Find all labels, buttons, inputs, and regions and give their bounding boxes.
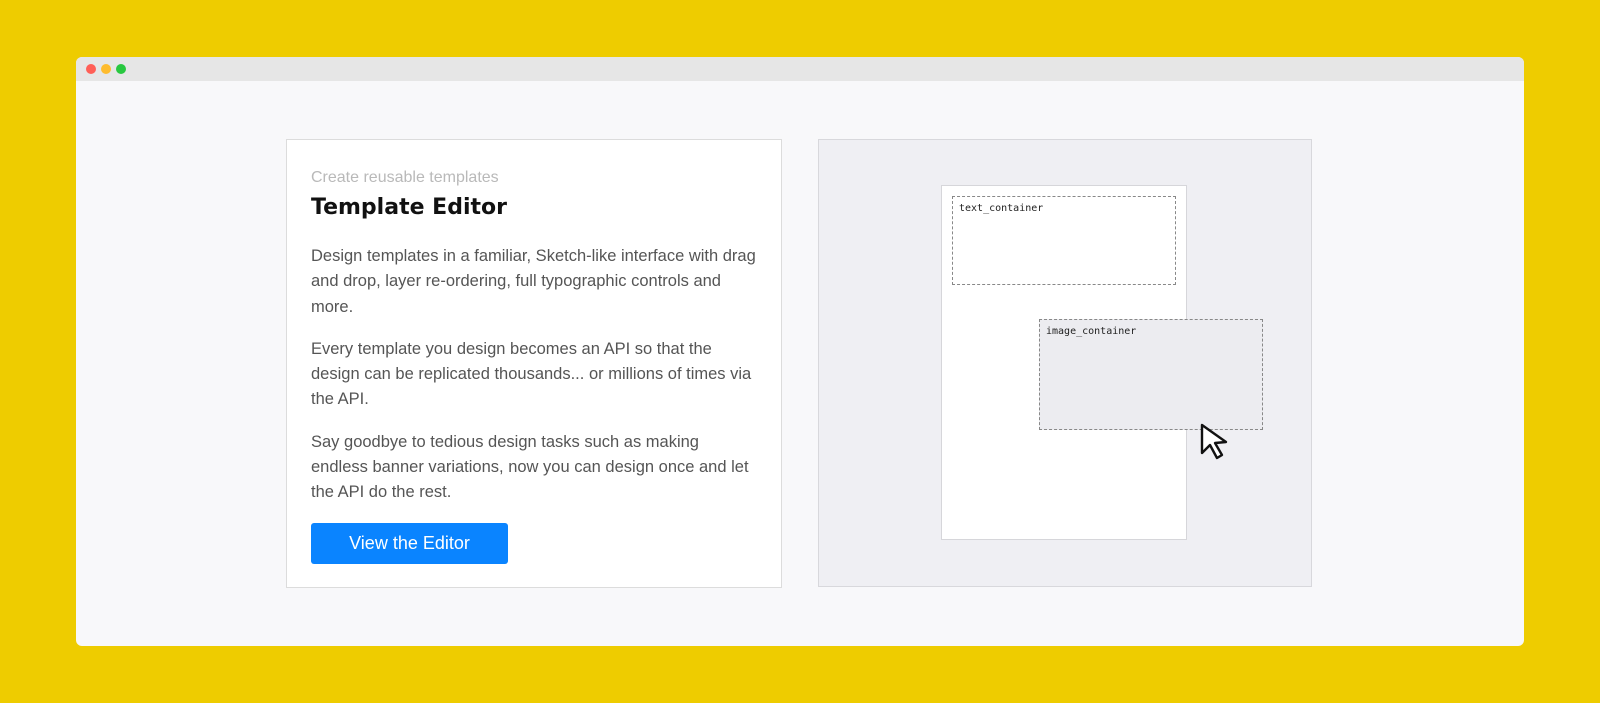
- feature-eyebrow: Create reusable templates: [311, 169, 499, 186]
- image-container-label: image_container: [1046, 326, 1137, 337]
- browser-window: Create reusable templates Template Edito…: [76, 57, 1524, 646]
- view-editor-button[interactable]: View the Editor: [311, 523, 508, 564]
- text-container-layer[interactable]: text_container: [952, 196, 1176, 285]
- pointer-cursor-icon: [1200, 423, 1228, 460]
- window-titlebar: [76, 57, 1524, 81]
- feature-paragraph-2: Every template you design becomes an API…: [311, 339, 752, 409]
- image-container-layer[interactable]: image_container: [1039, 319, 1263, 430]
- text-container-label: text_container: [959, 203, 1044, 214]
- feature-paragraph-3: Say goodbye to tedious design tasks such…: [311, 432, 749, 502]
- feature-paragraph-1: Design templates in a familiar, Sketch-l…: [311, 247, 756, 316]
- close-window-button[interactable]: [86, 64, 96, 74]
- maximize-window-button[interactable]: [116, 64, 126, 74]
- editor-preview: text_container image_container: [818, 139, 1312, 587]
- minimize-window-button[interactable]: [101, 64, 111, 74]
- feature-title: Template Editor: [311, 195, 507, 220]
- feature-card: Create reusable templates Template Edito…: [286, 139, 782, 588]
